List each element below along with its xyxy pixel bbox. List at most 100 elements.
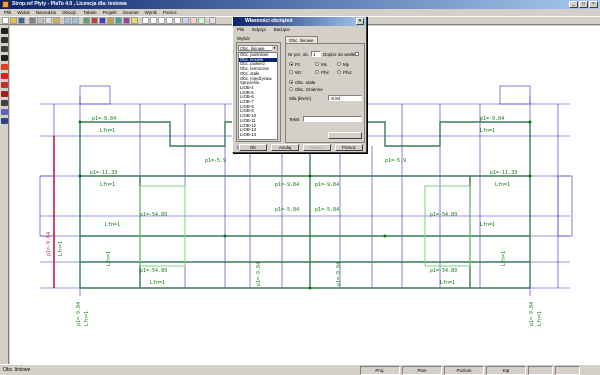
sila-input[interactable]: -5.84 bbox=[328, 95, 362, 101]
ok-button[interactable]: OK bbox=[239, 144, 267, 151]
load-label: p1=-9.84 bbox=[275, 182, 299, 188]
save-icon[interactable] bbox=[18, 17, 25, 24]
redo-icon[interactable] bbox=[72, 17, 79, 24]
lfn-label: Lfn=1 bbox=[495, 182, 510, 188]
undo-icon[interactable] bbox=[64, 17, 71, 24]
mesh-icon[interactable] bbox=[123, 17, 130, 24]
obc-zmienne-label: Obc. zmienne bbox=[295, 87, 323, 92]
edit-load-tool-icon[interactable] bbox=[1, 91, 8, 97]
load-label: p1=-5.84 bbox=[315, 207, 339, 213]
load-label-vertical: p1=-9.84 bbox=[256, 262, 262, 286]
open-folder-icon[interactable] bbox=[10, 17, 17, 24]
menu-item[interactable]: Tabele bbox=[83, 9, 96, 16]
radio-phir[interactable] bbox=[315, 70, 319, 74]
select-tool-icon[interactable] bbox=[1, 28, 8, 34]
load-properties-dialog: Własności obciążeń × Plik Edycja Bieżące… bbox=[232, 16, 367, 153]
dialog-menu-item[interactable]: Edycja bbox=[252, 27, 266, 32]
load-label: p1=-5.84 bbox=[275, 207, 299, 213]
zoom-all-icon[interactable] bbox=[166, 17, 173, 24]
polyline-tool-icon[interactable] bbox=[1, 46, 8, 52]
lfn-label: Lfn=1 bbox=[480, 128, 495, 134]
red-load-label: p1=-9.84 bbox=[46, 232, 52, 256]
measure-tool-icon[interactable] bbox=[1, 100, 8, 106]
load-icon[interactable] bbox=[107, 17, 114, 24]
cut-icon[interactable] bbox=[37, 17, 44, 24]
load-type-combo[interactable]: Obc. liniowe ▼ bbox=[238, 45, 278, 51]
table-icon[interactable] bbox=[198, 17, 205, 24]
info-tool-icon[interactable] bbox=[1, 109, 8, 115]
minimize-icon[interactable]: _ bbox=[569, 1, 578, 8]
nr-label: Nr prz. ob. bbox=[288, 52, 310, 57]
rect-tool-icon[interactable] bbox=[1, 55, 8, 61]
menu-item[interactable]: Geomet bbox=[123, 9, 139, 16]
radio-phiz[interactable] bbox=[337, 70, 341, 74]
status-cell: Proj. bbox=[360, 366, 400, 375]
list-item[interactable]: LIOB-14 bbox=[239, 132, 277, 138]
radio-label: Mx bbox=[321, 62, 327, 67]
disabled-help-button[interactable]: Pomoc bbox=[303, 144, 331, 151]
line-load-tool-icon[interactable] bbox=[1, 73, 8, 79]
print-icon[interactable] bbox=[29, 17, 36, 24]
radio-mx[interactable] bbox=[315, 62, 319, 66]
menu-item[interactable]: Obciąż. bbox=[62, 9, 77, 16]
status-cell: Poziom bbox=[444, 366, 484, 375]
radio-obc-zmienne[interactable] bbox=[289, 87, 293, 91]
area-load-tool-icon[interactable] bbox=[1, 82, 8, 88]
menu-item[interactable]: Projekt bbox=[103, 9, 117, 16]
tekst-input[interactable] bbox=[303, 116, 362, 122]
radio-obc-stale[interactable] bbox=[289, 80, 293, 84]
support-icon[interactable] bbox=[115, 17, 122, 24]
status-cell bbox=[528, 366, 553, 375]
menu-item[interactable]: Wynik bbox=[145, 9, 157, 16]
left-toolstrip bbox=[0, 26, 9, 364]
radio-label: Wz bbox=[295, 70, 302, 75]
chevron-down-icon: ▼ bbox=[272, 46, 277, 51]
help-icon[interactable] bbox=[209, 17, 216, 24]
cancel-button[interactable]: Anuluj bbox=[271, 144, 299, 151]
nr-input[interactable]: 1 bbox=[311, 51, 321, 57]
calc-icon[interactable] bbox=[131, 17, 138, 24]
menu-bar: Plik Widok Narzędzia Obciąż. Tabele Proj… bbox=[0, 9, 600, 16]
zoom-out-icon[interactable] bbox=[150, 17, 157, 24]
menu-item[interactable]: Narzędzia bbox=[36, 9, 56, 16]
close-icon[interactable]: × bbox=[356, 18, 364, 25]
zoom-in-icon[interactable] bbox=[142, 17, 149, 24]
load-list[interactable]: Obc. punktowe Obc. liniowe Obc. powierz.… bbox=[238, 52, 278, 140]
new-file-icon[interactable] bbox=[2, 17, 9, 24]
paste-icon[interactable] bbox=[53, 17, 60, 24]
close-icon[interactable]: × bbox=[589, 1, 598, 8]
pan-icon[interactable] bbox=[174, 17, 181, 24]
apply-button[interactable] bbox=[328, 132, 362, 139]
status-bar: Obc. liniowe Proj. Pion Poziom Kąt bbox=[0, 364, 600, 375]
text-tool-icon[interactable] bbox=[1, 118, 8, 124]
tekst-label: Tekst bbox=[289, 117, 300, 122]
dopisz-checkbox[interactable] bbox=[355, 52, 359, 56]
radio-pz[interactable] bbox=[289, 62, 293, 66]
line-tool-icon[interactable] bbox=[1, 37, 8, 43]
radio-my[interactable] bbox=[337, 62, 341, 66]
help-button[interactable]: Pomoc bbox=[335, 144, 363, 151]
point-load-tool-icon[interactable] bbox=[1, 64, 8, 70]
sila-label: Siła [kN/m] bbox=[289, 96, 311, 101]
grid-icon[interactable] bbox=[83, 17, 90, 24]
tab-selection[interactable]: Wybór bbox=[237, 36, 250, 41]
copy-icon[interactable] bbox=[45, 17, 52, 24]
dialog-menu-item[interactable]: Plik bbox=[237, 27, 244, 32]
app-icon bbox=[2, 1, 9, 8]
dialog-menu-item[interactable]: Bieżące bbox=[274, 27, 290, 32]
beam-icon[interactable] bbox=[99, 17, 106, 24]
results-icon[interactable] bbox=[190, 17, 197, 24]
load-label: p1=-11.33 bbox=[90, 170, 117, 176]
load-label: p1=-5.9 bbox=[205, 158, 226, 164]
menu-item[interactable]: Plik bbox=[4, 9, 11, 16]
maximize-icon[interactable]: □ bbox=[579, 1, 588, 8]
menu-item[interactable]: Pomoc bbox=[163, 9, 177, 16]
view-icon[interactable] bbox=[182, 17, 189, 24]
window-buttons: _ □ × bbox=[569, 1, 598, 8]
radio-wz[interactable] bbox=[289, 70, 293, 74]
menu-item[interactable]: Widok bbox=[17, 9, 30, 16]
zoom-window-icon[interactable] bbox=[158, 17, 165, 24]
node-icon[interactable] bbox=[91, 17, 98, 24]
load-label-vertical: p1=-9.84 bbox=[336, 262, 342, 286]
lfn-label-vertical: Lfn=1 bbox=[58, 241, 64, 256]
